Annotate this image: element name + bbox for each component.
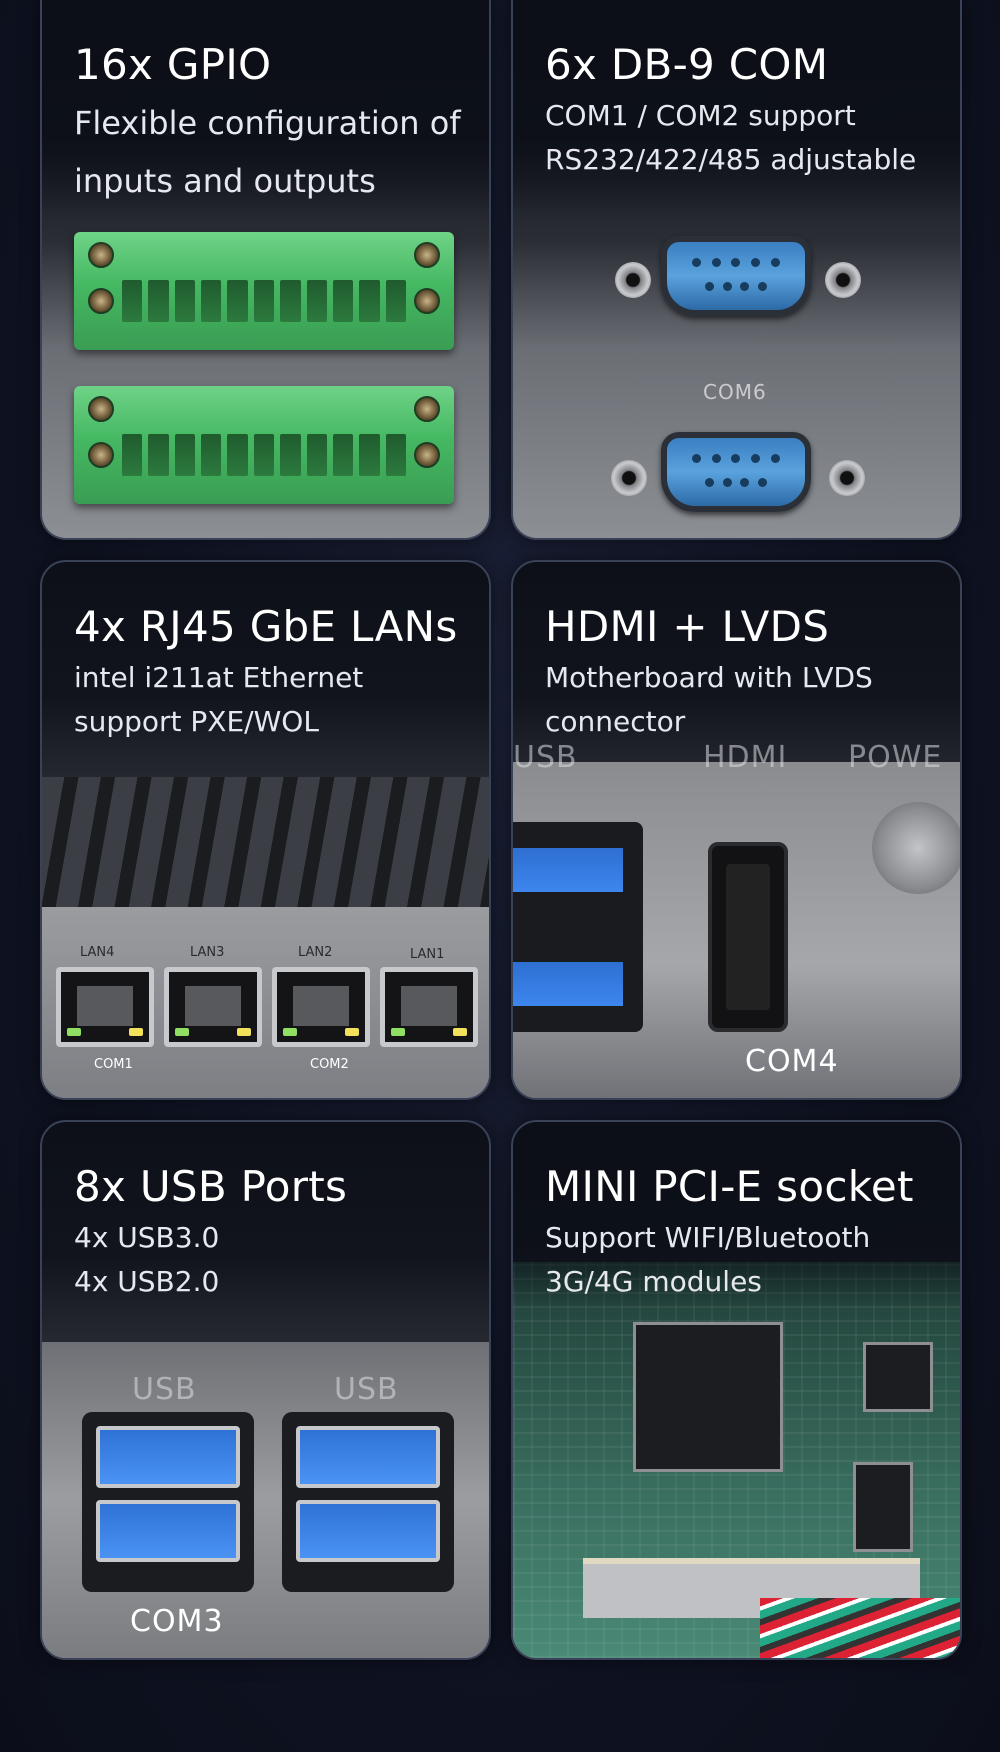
screw-icon xyxy=(88,242,114,268)
lan-label: LAN3 xyxy=(190,945,225,960)
usb-port-stack xyxy=(513,822,643,1032)
card-title: 4x RJ45 GbE LANs xyxy=(74,602,458,651)
card-hdmi-lvds: USB HDMI POWE COM4 HDMI + LVDS Motherboa… xyxy=(511,560,962,1100)
usb-port-box xyxy=(82,1412,254,1592)
gpio-terminal-block xyxy=(74,232,454,350)
card-description: 4x USB3.0 4x USB2.0 xyxy=(74,1221,220,1298)
db9-port xyxy=(661,236,811,316)
screw-icon xyxy=(88,396,114,422)
screw-icon xyxy=(88,288,114,314)
card-description: Motherboard with LVDS connector xyxy=(545,661,873,738)
card-description: COM1 / COM2 support RS232/422/485 adjust… xyxy=(545,99,917,176)
card-title: 6x DB-9 COM xyxy=(545,40,829,89)
lan-panel: LAN4 LAN3 LAN2 LAN1 COM1 COM2 xyxy=(42,907,489,1098)
hex-nut-icon xyxy=(611,460,647,496)
card-title: 16x GPIO xyxy=(74,40,272,89)
feature-grid: 16x GPIO Flexible configuration of input… xyxy=(40,0,962,1660)
screw-icon xyxy=(88,442,114,468)
card-gpio: 16x GPIO Flexible configuration of input… xyxy=(40,0,491,540)
com-label: COM4 xyxy=(745,1044,839,1079)
card-rj45: LAN4 LAN3 LAN2 LAN1 COM1 COM2 4x RJ45 Gb… xyxy=(40,560,491,1100)
com-label: COM1 xyxy=(94,1057,133,1072)
chip-icon xyxy=(853,1462,913,1552)
screw-icon xyxy=(414,442,440,468)
usb-port-box xyxy=(282,1412,454,1592)
lan-label: LAN4 xyxy=(80,945,115,960)
usb-panel-label: USB xyxy=(132,1372,197,1407)
rj45-port xyxy=(272,967,370,1047)
hdmi-panel-label: HDMI xyxy=(703,740,788,775)
usb-panel-label: USB xyxy=(513,740,578,775)
power-panel-label: POWE xyxy=(848,740,943,775)
hdmi-port xyxy=(708,842,788,1032)
card-title: MINI PCI-E socket xyxy=(545,1162,914,1211)
screw-icon xyxy=(414,288,440,314)
card-mini-pcie: MINI PCI-E socket Support WIFI/Bluetooth… xyxy=(511,1120,962,1660)
card-description: Support WIFI/Bluetooth 3G/4G modules xyxy=(545,1221,871,1298)
hex-nut-icon xyxy=(615,262,651,298)
com-label: COM3 xyxy=(130,1604,224,1639)
hex-nut-icon xyxy=(825,262,861,298)
card-title: 8x USB Ports xyxy=(74,1162,348,1211)
card-description: intel i211at Ethernet support PXE/WOL xyxy=(74,661,364,738)
com-label: COM2 xyxy=(310,1057,349,1072)
cable-wires xyxy=(760,1598,960,1658)
lan-label: LAN2 xyxy=(298,945,333,960)
rj45-port xyxy=(380,967,478,1047)
lan-label: LAN1 xyxy=(410,947,445,962)
card-usb-ports: USB USB COM3 8x USB Ports 4x USB3.0 4x U… xyxy=(40,1120,491,1660)
card-db9-com: COM6 6x DB-9 COM COM1 / COM2 support RS2… xyxy=(511,0,962,540)
power-button-icon xyxy=(872,802,960,894)
card-title: HDMI + LVDS xyxy=(545,602,830,651)
db9-port xyxy=(661,432,811,512)
pcb-board xyxy=(513,1262,960,1658)
usb-panel-label: USB xyxy=(334,1372,399,1407)
hex-nut-icon xyxy=(829,460,865,496)
card-description: Flexible configuration of inputs and out… xyxy=(74,104,461,200)
rj45-port xyxy=(56,967,154,1047)
screw-icon xyxy=(414,396,440,422)
gpio-terminal-block xyxy=(74,386,454,504)
screw-icon xyxy=(414,242,440,268)
rj45-port xyxy=(164,967,262,1047)
heatsink-fins xyxy=(42,777,489,907)
io-panel: USB HDMI POWE COM4 xyxy=(513,740,960,1098)
port-label: COM6 xyxy=(703,380,767,404)
chip-icon xyxy=(633,1322,783,1472)
usb-panel: USB USB COM3 xyxy=(42,1342,489,1658)
chip-icon xyxy=(863,1342,933,1412)
